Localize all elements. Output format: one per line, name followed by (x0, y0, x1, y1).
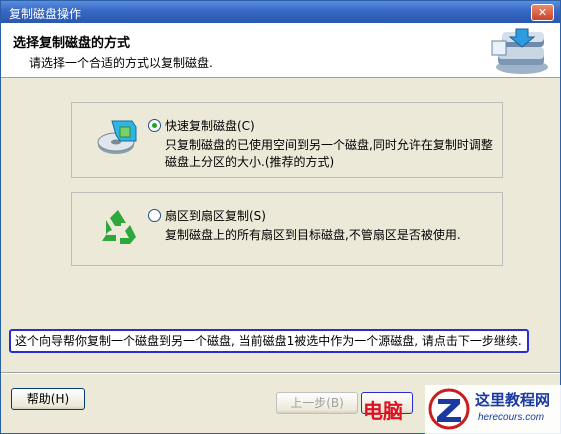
page-subtitle: 请选择一个合适的方式以复制磁盘. (29, 56, 213, 70)
window-title: 复制磁盘操作 (9, 7, 82, 21)
dialog-window: 复制磁盘操作 ✕ 选择复制磁盘的方式 请选择一个合适的方式以复制磁盘. 快速复制… (0, 0, 561, 434)
option-fast-copy[interactable]: 快速复制磁盘(C) 只复制磁盘的已使用空间到另一个磁盘,同时允许在复制时调整磁盘… (71, 102, 503, 178)
help-button[interactable]: 帮助(H) (11, 388, 85, 410)
wizard-body: 快速复制磁盘(C) 只复制磁盘的已使用空间到另一个磁盘,同时允许在复制时调整磁盘… (1, 78, 560, 433)
close-icon: ✕ (537, 6, 548, 19)
disk-copy-icon (97, 120, 137, 154)
wizard-header: 选择复制磁盘的方式 请选择一个合适的方式以复制磁盘. (1, 23, 560, 78)
sector-copy-radio[interactable] (148, 209, 161, 222)
option-sector-copy[interactable]: 扇区到扇区复制(S) 复制磁盘上的所有扇区到目标磁盘,不管扇区是否被使用. (71, 192, 503, 266)
fast-copy-label: 快速复制磁盘(C) (165, 119, 255, 133)
close-button[interactable]: ✕ (531, 4, 554, 21)
sector-copy-description: 复制磁盘上的所有扇区到目标磁盘,不管扇区是否被使用. (165, 228, 461, 242)
button-divider (1, 372, 560, 374)
disk-stack-icon (491, 28, 548, 74)
watermark-red-text: 电脑 (363, 399, 403, 423)
sector-copy-label: 扇区到扇区复制(S) (165, 209, 266, 223)
recycle-icon (102, 210, 136, 244)
title-bar[interactable]: 复制磁盘操作 ✕ (1, 1, 560, 23)
back-button[interactable]: 上一步(B) (276, 392, 358, 414)
watermark-site-name: 这里教程网 (475, 391, 551, 409)
fast-copy-radio[interactable] (148, 119, 161, 132)
page-title: 选择复制磁盘的方式 (13, 36, 131, 51)
fast-copy-description: 只复制磁盘的已使用空间到另一个磁盘,同时允许在复制时调整磁盘上分区的大小.(推荐… (165, 138, 493, 169)
info-message: 这个向导帮你复制一个磁盘到另一个磁盘, 当前磁盘1被选中作为一个源磁盘, 请点击… (9, 329, 529, 353)
watermark-site-url: herecours.com (478, 412, 545, 423)
